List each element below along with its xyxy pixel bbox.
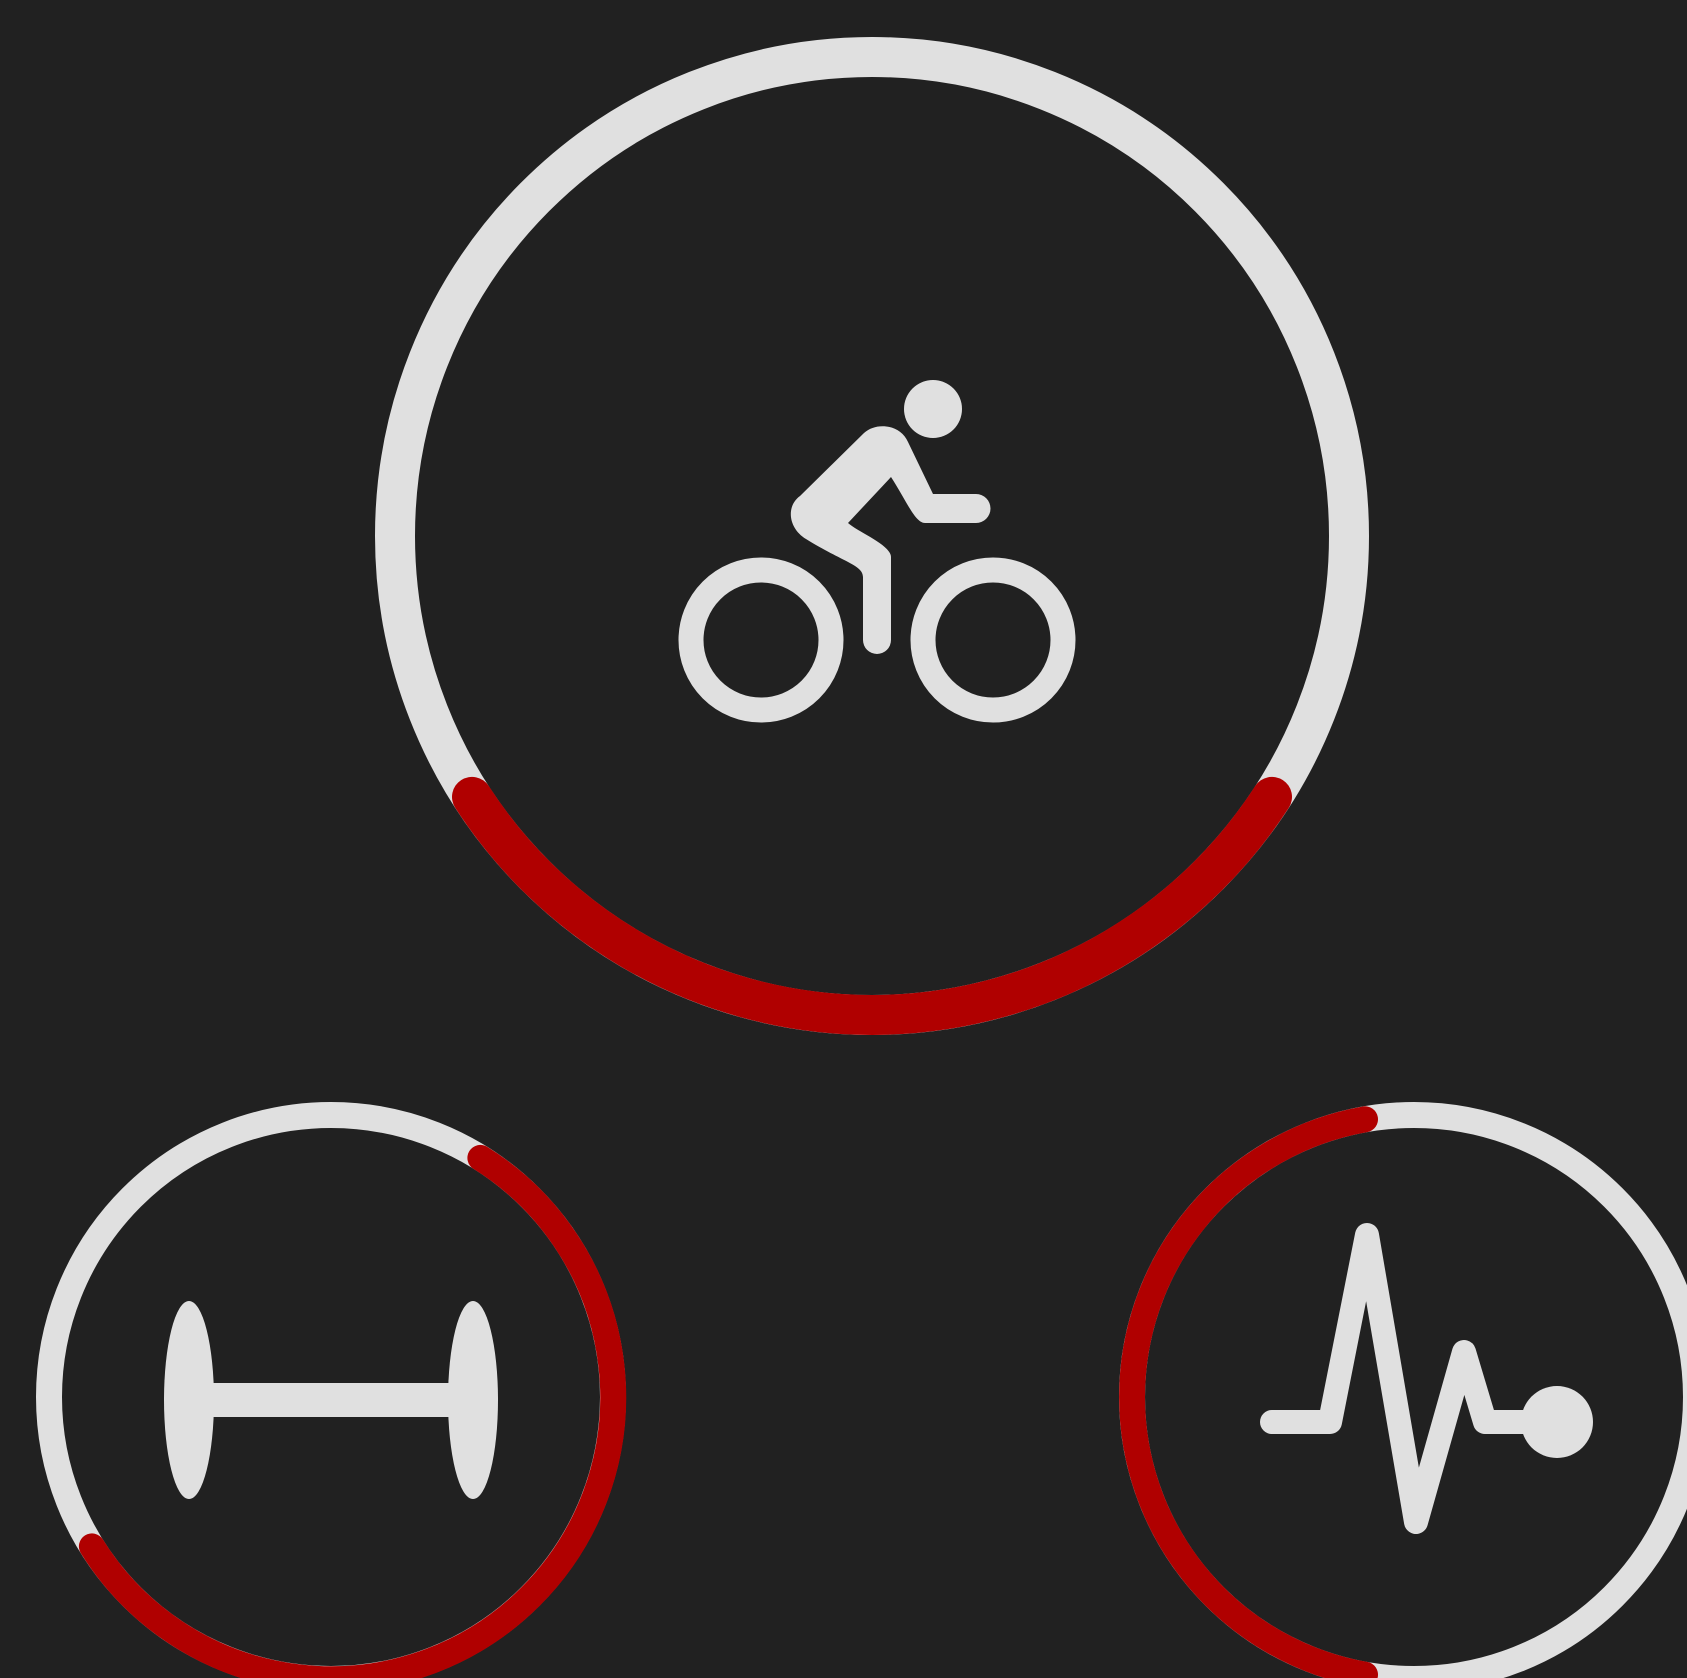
heartbeat-icon (1260, 1223, 1593, 1534)
activity-rings-screen (0, 0, 1687, 1678)
dumbbell-icon (164, 1301, 498, 1499)
cycling-ring[interactable] (375, 37, 1369, 1035)
cardio-ring-graphic (1119, 1102, 1687, 1678)
cycling-icon (678, 380, 1076, 723)
cycling-ring-graphic (375, 37, 1369, 1035)
cardio-ring[interactable] (1119, 1102, 1687, 1678)
strength-ring[interactable] (36, 1102, 628, 1678)
cycling-progress-arc (452, 776, 1292, 1035)
strength-ring-graphic (36, 1102, 627, 1678)
